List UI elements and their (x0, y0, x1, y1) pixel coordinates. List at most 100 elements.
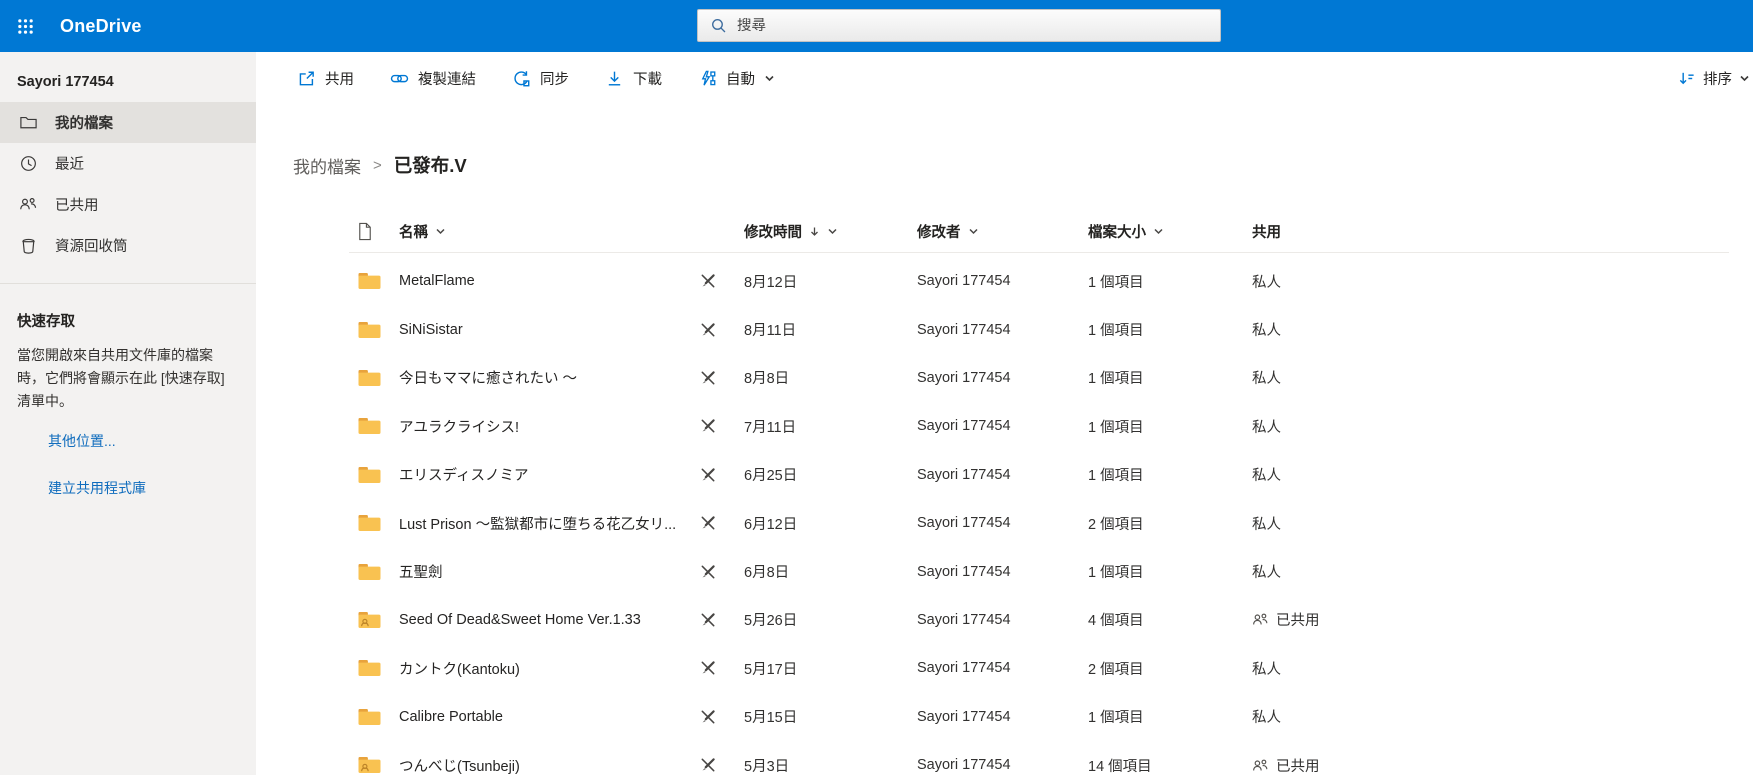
sidebar-item-label: 資源回收筒 (55, 239, 128, 255)
table-row[interactable]: カントク(Kantoku) 5月17日 Sayori 177454 2 個項目 (349, 644, 1729, 692)
table-row[interactable]: 今日もママに癒されたい ～ 8月8日 Sayori 177454 1 個項目 私… (349, 354, 1729, 402)
modified-by: Sayori 177454 (917, 757, 1011, 774)
sharing-status: 私人 (1252, 468, 1281, 485)
sharing-status: 已共用 (1276, 613, 1320, 630)
column-header-modified-by[interactable]: 修改者 (906, 221, 1077, 242)
column-header-modified[interactable]: 修改時間 (733, 221, 906, 242)
quick-access-description: 當您開啟來自共用文件庫的檔案時，它們將會顯示在此 [快速存取] 清單中。 (17, 347, 225, 409)
more-places-link[interactable]: 其他位置... (48, 431, 256, 451)
modified-date: 7月11日 (744, 419, 797, 436)
search-box[interactable] (697, 9, 1221, 42)
file-name[interactable]: Calibre Portable (393, 709, 689, 725)
folder-icon (357, 416, 393, 436)
sharing-cell: 私人 (1241, 513, 1729, 534)
sidebar-item-shared[interactable]: 已共用 (0, 184, 256, 225)
account-name: Sayori 177454 (17, 74, 114, 90)
search-icon (712, 19, 726, 33)
share-icon (299, 71, 314, 85)
sidebar-nav: 我的檔案 最近 已共用 資源回收筒 (0, 102, 256, 266)
sidebar-divider (0, 283, 256, 284)
file-name[interactable]: Lust Prison ～監獄都市に堕ちる花乙女リ... (393, 513, 689, 534)
file-name[interactable]: SiNiSistar (393, 322, 689, 338)
file-name[interactable]: Seed Of Dead&Sweet Home Ver.1.33 (393, 612, 689, 628)
table-row[interactable]: Seed Of Dead&Sweet Home Ver.1.33 5月26日 S… (349, 596, 1729, 644)
chevron-down-icon (1154, 228, 1163, 235)
folder-icon (357, 513, 393, 533)
people-icon (19, 195, 38, 214)
app-launcher-waffle-icon[interactable] (0, 0, 50, 52)
table-row[interactable]: 五聖劍 6月8日 Sayori 177454 1 個項目 私人 (349, 547, 1729, 595)
edit-off-icon (689, 564, 733, 580)
table-row[interactable]: エリスディスノミア 6月25日 Sayori 177454 1 個項目 私人 (349, 451, 1729, 499)
sharing-status: 私人 (1252, 274, 1281, 291)
file-size: 1 個項目 (1088, 468, 1144, 485)
modified-date: 5月3日 (744, 758, 790, 775)
column-header-file-size[interactable]: 檔案大小 (1077, 221, 1241, 242)
edit-off-icon (689, 273, 733, 289)
table-row[interactable]: アユラクライシス! 7月11日 Sayori 177454 1 個項目 私人 (349, 402, 1729, 450)
file-name[interactable]: 今日もママに癒されたい ～ (393, 367, 689, 388)
column-header-sharing[interactable]: 共用 (1241, 221, 1729, 242)
modified-by: Sayori 177454 (917, 466, 1011, 483)
sharing-status: 私人 (1252, 419, 1281, 436)
sidebar-item-recycle-bin[interactable]: 資源回收筒 (0, 225, 256, 266)
modified-date: 8月12日 (744, 274, 798, 291)
chevron-down-icon (1740, 75, 1749, 81)
sidebar-item-recent[interactable]: 最近 (0, 143, 256, 184)
modified-by: Sayori 177454 (917, 418, 1011, 435)
column-doc-type[interactable] (357, 222, 393, 241)
modified-date: 8月8日 (744, 371, 790, 388)
modified-date: 5月17日 (744, 661, 798, 678)
file-name[interactable]: MetalFlame (393, 273, 689, 289)
folder-icon (357, 562, 393, 582)
download-icon (608, 71, 621, 85)
sync-label: 同步 (540, 71, 569, 88)
modified-by: Sayori 177454 (917, 611, 1011, 628)
clock-icon (19, 154, 38, 173)
folder-icon (357, 271, 393, 291)
file-name[interactable]: アユラクライシス! (393, 416, 689, 437)
file-size: 1 個項目 (1088, 419, 1144, 436)
column-header-name[interactable]: 名稱 (393, 221, 689, 242)
file-size: 1 個項目 (1088, 371, 1144, 388)
sharing-cell: 私人 (1241, 367, 1729, 388)
file-size: 2 個項目 (1088, 516, 1144, 533)
document-icon (359, 222, 371, 241)
file-name[interactable]: エリスディスノミア (393, 464, 689, 485)
modified-date: 6月25日 (744, 468, 798, 485)
table-row[interactable]: Calibre Portable 5月15日 Sayori 177454 1 個… (349, 693, 1729, 741)
create-shared-library-link[interactable]: 建立共用程式庫 (48, 478, 256, 498)
file-size: 4 個項目 (1088, 613, 1144, 630)
file-name[interactable]: つんべじ(Tsunbeji) (393, 755, 689, 775)
automate-icon (701, 70, 716, 85)
sharing-status: 私人 (1252, 323, 1281, 340)
table-row[interactable]: Lust Prison ～監獄都市に堕ちる花乙女リ... 6月12日 Sayor… (349, 499, 1729, 547)
sidebar-item-my-files[interactable]: 我的檔案 (0, 102, 256, 143)
modified-date: 6月12日 (744, 516, 798, 533)
search-input[interactable] (737, 17, 1208, 34)
edit-off-icon (689, 322, 733, 338)
download-label: 下載 (633, 71, 662, 88)
table-row[interactable]: MetalFlame 8月12日 Sayori 177454 1 個項目 私人 (349, 257, 1729, 305)
modified-date: 5月26日 (744, 613, 798, 630)
download-button[interactable]: 下載 (605, 68, 662, 89)
table-row[interactable]: SiNiSistar 8月11日 Sayori 177454 1 個項目 私人 (349, 305, 1729, 353)
chevron-down-icon (968, 228, 978, 235)
copy-link-button[interactable]: 複製連結 (390, 68, 476, 89)
breadcrumb-root[interactable]: 我的檔案 (293, 153, 361, 178)
sharing-status: 私人 (1252, 565, 1281, 582)
edit-off-icon (689, 660, 733, 676)
modified-date: 8月11日 (744, 323, 797, 340)
sync-icon (514, 70, 530, 86)
sync-button[interactable]: 同步 (512, 68, 569, 89)
share-label: 共用 (325, 71, 354, 88)
sharing-cell: 私人 (1241, 319, 1729, 340)
automate-button[interactable]: 自動 (698, 68, 776, 89)
sort-button[interactable]: 排序 (1677, 52, 1751, 104)
command-bar: 共用 複製連結 同步 下載 自動 排序 (256, 52, 1753, 104)
file-name[interactable]: カントク(Kantoku) (393, 658, 689, 679)
onedrive-brand[interactable]: OneDrive (60, 16, 142, 37)
file-name[interactable]: 五聖劍 (393, 561, 689, 582)
share-button[interactable]: 共用 (297, 68, 354, 89)
table-row[interactable]: つんべじ(Tsunbeji) 5月3日 Sayori 177454 14 個項目 (349, 741, 1729, 775)
